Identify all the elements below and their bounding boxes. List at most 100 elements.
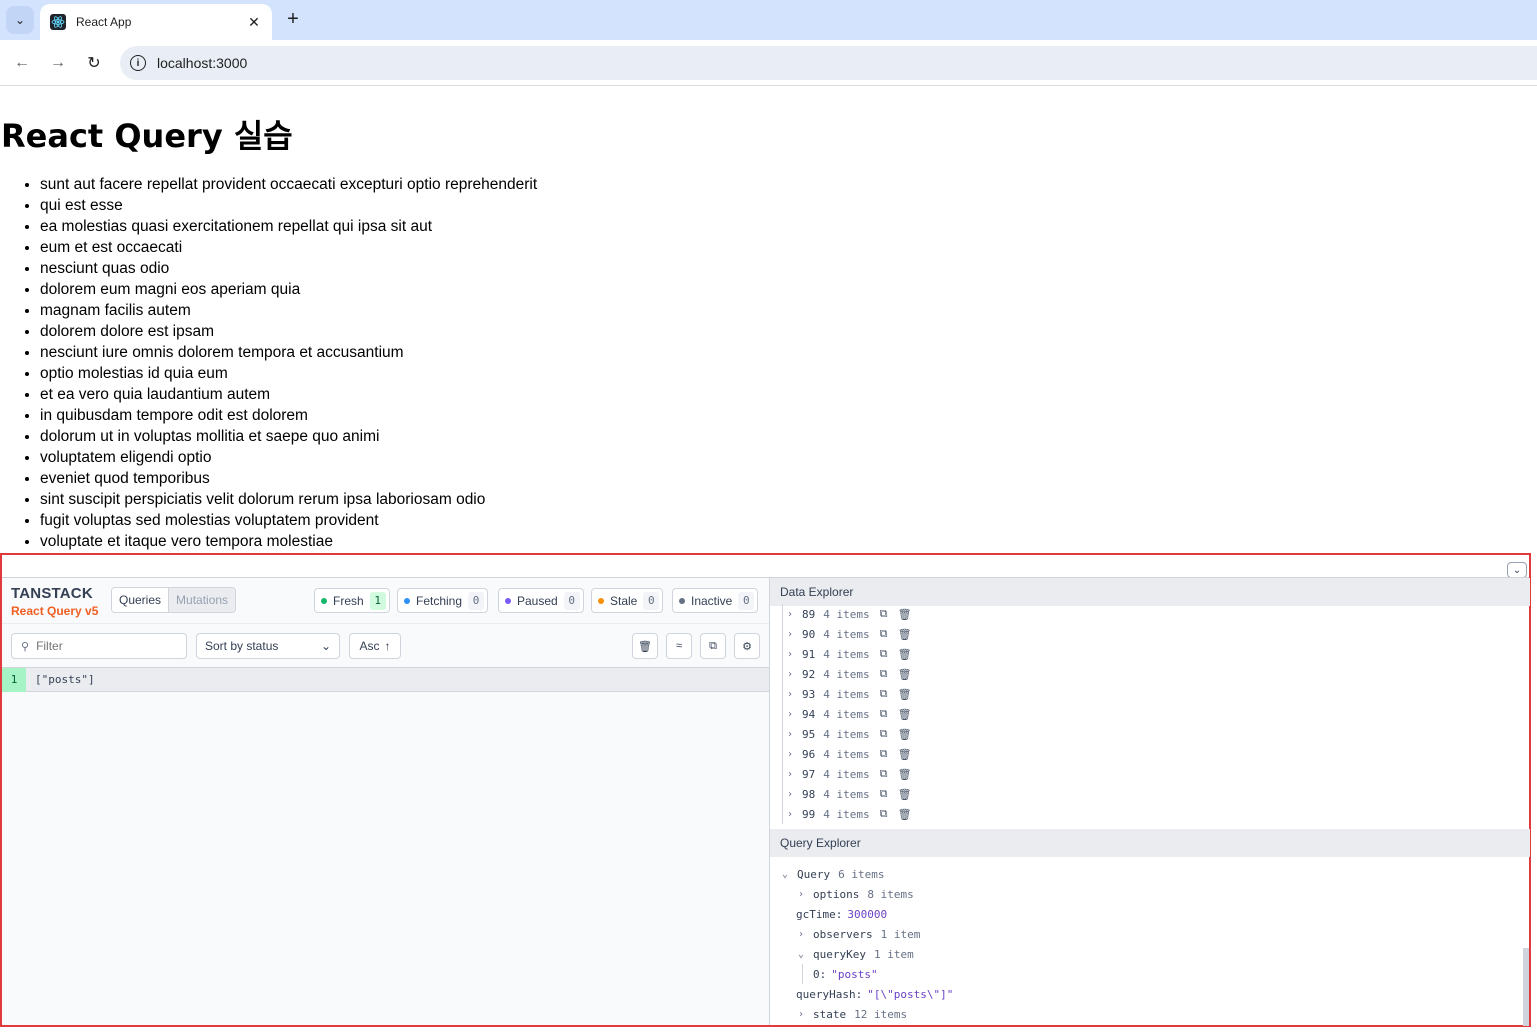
data-row-meta: 4 items — [823, 607, 870, 621]
mock-offline-button[interactable]: ≈ — [666, 633, 692, 659]
filter-field[interactable]: ⚲ — [11, 633, 187, 659]
chevron-right-icon: › — [787, 668, 794, 680]
trash-icon[interactable]: 🗑 — [898, 808, 912, 821]
trash-icon[interactable]: 🗑 — [898, 628, 912, 641]
address-bar[interactable]: i localhost:3000 — [120, 46, 1537, 80]
tree-node-state[interactable]: › state 12 items — [798, 1004, 907, 1024]
data-explorer-row[interactable]: › 94 4 items ⧉ 🗑 — [782, 704, 1522, 724]
tree-key: queryHash: — [796, 987, 863, 1001]
filter-input[interactable] — [36, 639, 177, 653]
post-list-item: in quibusdam tempore odit est dolorem — [40, 405, 537, 426]
chevron-right-icon: › — [787, 648, 794, 660]
tree-key: 0: — [813, 967, 827, 981]
trash-icon[interactable]: 🗑 — [898, 688, 912, 701]
copy-icon[interactable]: ⧉ — [878, 767, 890, 781]
copy-icon[interactable]: ⧉ — [878, 727, 890, 741]
trash-icon[interactable]: 🗑 — [898, 728, 912, 741]
copy-icon[interactable]: ⧉ — [878, 747, 890, 761]
copy-icon[interactable]: ⧉ — [878, 607, 890, 621]
chevron-right-icon: › — [787, 788, 794, 800]
site-info-icon[interactable]: i — [130, 55, 146, 71]
tab-close-icon[interactable]: ✕ — [246, 14, 262, 31]
trash-icon[interactable]: 🗑 — [898, 708, 912, 721]
status-badge-fresh[interactable]: Fresh 1 — [314, 588, 390, 613]
data-explorer-row[interactable]: › 98 4 items ⧉ 🗑 — [782, 784, 1522, 804]
tab-queries[interactable]: Queries — [112, 588, 169, 612]
query-key: ["posts"] — [35, 673, 95, 686]
trash-icon[interactable]: 🗑 — [898, 768, 912, 781]
data-row-meta: 4 items — [823, 667, 870, 681]
status-badge-fetching[interactable]: Fetching 0 — [397, 588, 489, 613]
chevron-right-icon: › — [787, 708, 794, 720]
status-badge-stale[interactable]: Stale 0 — [591, 588, 664, 613]
copy-icon[interactable]: ⧉ — [878, 627, 890, 641]
tree-node-query[interactable]: ⌄ Query 6 items — [782, 864, 884, 884]
post-list-item: eum et est occaecati — [40, 237, 537, 258]
tab-search-dropdown-icon[interactable]: ⌄ — [6, 6, 34, 34]
copy-icon[interactable]: ⧉ — [878, 647, 890, 661]
sort-order-button[interactable]: Asc ↑ — [349, 633, 401, 659]
browser-tab[interactable]: React App ✕ — [40, 4, 272, 40]
data-explorer-row[interactable]: › 95 4 items ⧉ 🗑 — [782, 724, 1522, 744]
tree-node-options[interactable]: › options 8 items — [798, 884, 914, 904]
data-row-key: 95 — [802, 727, 816, 741]
data-explorer-row[interactable]: › 97 4 items ⧉ 🗑 — [782, 764, 1522, 784]
forward-arrow-icon[interactable]: → — [45, 50, 71, 76]
post-list-item: fugit voluptas sed molestias voluptatem … — [40, 510, 537, 531]
clear-cache-button[interactable]: 🗑 — [632, 633, 658, 659]
copy-icon[interactable]: ⧉ — [878, 687, 890, 701]
open-in-picture-button[interactable]: ⧉ — [700, 633, 726, 659]
tree-meta: 8 items — [867, 887, 914, 901]
data-row-key: 94 — [802, 707, 816, 721]
post-list-item: qui est esse — [40, 195, 537, 216]
address-url[interactable]: localhost:3000 — [157, 55, 247, 71]
trash-icon[interactable]: 🗑 — [898, 788, 912, 801]
trash-icon[interactable]: 🗑 — [898, 748, 912, 761]
data-explorer-row[interactable]: › 89 4 items ⧉ 🗑 — [782, 604, 1522, 624]
chevron-right-icon: › — [787, 608, 794, 620]
settings-button[interactable]: ⚙ — [734, 633, 760, 659]
copy-icon[interactable]: ⧉ — [878, 787, 890, 801]
tree-node-observers[interactable]: › observers 1 item — [798, 924, 920, 944]
trash-icon[interactable]: 🗑 — [898, 608, 912, 621]
data-explorer-row[interactable]: › 90 4 items ⧉ 🗑 — [782, 624, 1522, 644]
sort-select[interactable]: Sort by status ⌄ — [196, 633, 340, 659]
back-arrow-icon[interactable]: ← — [9, 50, 35, 76]
data-row-key: 99 — [802, 807, 816, 821]
copy-icon[interactable]: ⧉ — [878, 707, 890, 721]
data-explorer-row[interactable]: › 93 4 items ⧉ 🗑 — [782, 684, 1522, 704]
status-badge-inactive[interactable]: Inactive 0 — [672, 588, 759, 613]
chevron-right-icon: › — [787, 748, 794, 760]
status-badge-paused[interactable]: Paused 0 — [498, 588, 584, 613]
tree-value: 300000 — [847, 907, 888, 921]
data-explorer-row[interactable]: › 91 4 items ⧉ 🗑 — [782, 644, 1522, 664]
reload-icon[interactable]: ↻ — [81, 50, 107, 76]
collapse-devtools-icon[interactable]: ⌄ — [1507, 562, 1527, 578]
data-explorer-row[interactable]: › 96 4 items ⧉ 🗑 — [782, 744, 1522, 764]
copy-icon[interactable]: ⧉ — [878, 667, 890, 681]
status-badge-label: Inactive — [691, 593, 733, 608]
status-badge-count: 1 — [369, 591, 386, 610]
data-row-meta: 4 items — [823, 767, 870, 781]
tanstack-logo: TANSTACK — [11, 585, 93, 602]
trash-icon[interactable]: 🗑 — [898, 648, 912, 661]
data-row-key: 92 — [802, 667, 816, 681]
data-row-key: 96 — [802, 747, 816, 761]
copy-icon[interactable]: ⧉ — [878, 807, 890, 821]
data-explorer-row[interactable]: › 99 4 items ⧉ 🗑 — [782, 804, 1522, 824]
tree-key: Query — [797, 867, 831, 881]
data-explorer-row[interactable]: › 92 4 items ⧉ 🗑 — [782, 664, 1522, 684]
data-row-meta: 4 items — [823, 727, 870, 741]
tab-mutations[interactable]: Mutations — [168, 588, 236, 612]
query-row[interactable]: 1 ["posts"] — [2, 667, 769, 692]
browser-tab-bar: ⌄ React App ✕ + — [0, 0, 1537, 40]
tree-node-querykey[interactable]: ⌄ queryKey 1 item — [798, 944, 914, 964]
tree-meta: 1 item — [873, 947, 914, 961]
sort-select-label: Sort by status — [205, 639, 279, 653]
query-explorer-title: Query Explorer — [770, 829, 1530, 857]
new-tab-icon[interactable]: + — [282, 8, 304, 30]
devtools-controls: ⚲ Sort by status ⌄ Asc ↑ 🗑 ≈ ⧉ ⚙ — [2, 624, 769, 668]
scrollbar-thumb[interactable] — [1523, 948, 1529, 1026]
trash-icon[interactable]: 🗑 — [898, 668, 912, 681]
data-row-meta: 4 items — [823, 807, 870, 821]
